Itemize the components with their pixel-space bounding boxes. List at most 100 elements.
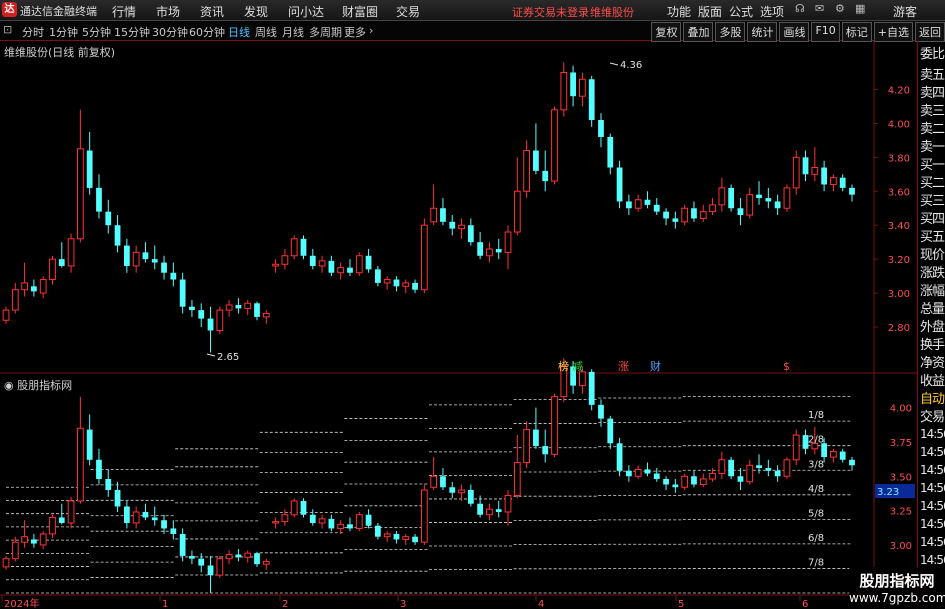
candle-body xyxy=(318,260,326,267)
app-title: 通达信金融终端 xyxy=(20,5,97,18)
candle-body xyxy=(588,79,595,120)
multi-stock-button[interactable]: 多股 xyxy=(715,22,746,42)
sidebar-trade[interactable]: 交易 xyxy=(920,406,945,425)
trade-login-status[interactable]: 证券交易未登录 xyxy=(512,4,589,20)
candle-body xyxy=(374,525,381,537)
menu-jiaoyi[interactable]: 交易 xyxy=(396,3,420,20)
kline-chart[interactable]: 4.20 4.00 3.80 3.60 3.40 3.20 3.00 2.80 4.00 3.7… xyxy=(0,41,917,609)
period-1min[interactable]: 1分钟 xyxy=(49,24,78,40)
candle-body xyxy=(849,187,855,195)
candle-body xyxy=(616,443,623,471)
menu-gongshi[interactable]: 公式 xyxy=(729,3,753,20)
sidebar-earnings: 收益 xyxy=(920,374,945,389)
candle-body xyxy=(309,255,316,266)
statistics-button[interactable]: 统计 xyxy=(747,22,778,42)
candle-body xyxy=(430,475,438,488)
chevron-right-icon[interactable]: › xyxy=(369,24,373,37)
candle-body xyxy=(486,508,493,516)
event-marker: 榜 xyxy=(558,359,569,373)
period-5min[interactable]: 5分钟 xyxy=(82,24,111,40)
candle-body xyxy=(244,302,252,309)
menu-gongneng[interactable]: 功能 xyxy=(667,3,691,20)
candle-body xyxy=(132,251,140,267)
candle-body xyxy=(300,500,307,515)
sidebar-auto[interactable]: 自动 xyxy=(920,388,945,407)
menu-zixun[interactable]: 资讯 xyxy=(200,3,224,20)
candle-body xyxy=(225,304,233,311)
candle-body xyxy=(347,524,353,529)
candle-body xyxy=(551,396,558,455)
menu-xuanxiang[interactable]: 选项 xyxy=(760,3,784,20)
candle-body xyxy=(309,514,316,523)
fuquan-button[interactable]: 复权 xyxy=(651,22,682,42)
period-30min[interactable]: 30分钟 xyxy=(152,24,188,40)
fraction-label: 4/8 xyxy=(808,484,824,495)
f10-button[interactable]: F10 xyxy=(811,22,840,42)
menu-caifuquan[interactable]: 财富圈 xyxy=(342,3,378,20)
sidebar-net-asset: 净资 xyxy=(920,356,945,371)
candle-body xyxy=(207,565,214,576)
candle-body xyxy=(337,267,345,274)
candle-body xyxy=(420,489,428,543)
candle-body xyxy=(216,558,224,576)
menu-banmian[interactable]: 版面 xyxy=(698,3,722,20)
candle-body xyxy=(513,190,521,233)
indicator-icon[interactable]: ◉ xyxy=(4,379,14,392)
menu-wenxiaoda[interactable]: 问小达 xyxy=(288,3,324,20)
mark-button[interactable]: 标记 xyxy=(841,22,872,42)
candle-body xyxy=(709,473,716,480)
app-logo-icon: 达 xyxy=(2,2,17,17)
grid-icon[interactable]: ▦ xyxy=(855,2,865,15)
panel-toggle-icon[interactable]: ⊡ xyxy=(3,23,12,36)
period-60min[interactable]: 60分钟 xyxy=(189,24,225,40)
add-watchlist-button[interactable]: +自选 xyxy=(873,22,913,42)
event-markers: 榜减 涨 财 $ xyxy=(558,359,790,373)
period-more[interactable]: 更多 xyxy=(344,24,366,40)
overlay-button[interactable]: 叠加 xyxy=(683,22,714,42)
user-guest[interactable]: 游客 xyxy=(893,3,917,20)
candle-body xyxy=(598,119,604,137)
candle-body xyxy=(393,279,400,287)
time-labels: 2024年 1 2 3 4 5 6 xyxy=(1,595,808,609)
indicator-title: ◉ 股朋指标网 xyxy=(4,377,72,393)
period-multi[interactable]: 多周期 xyxy=(309,24,342,40)
menu-faxian[interactable]: 发现 xyxy=(244,3,268,20)
period-15min[interactable]: 15分钟 xyxy=(114,24,150,40)
sidebar-buy5: 买五 xyxy=(920,230,945,245)
price-tick-label: 3.60 xyxy=(888,187,910,198)
menu-shichang[interactable]: 市场 xyxy=(156,3,180,20)
candle-body xyxy=(142,252,149,260)
event-marker: 减 xyxy=(572,360,583,373)
candle-body xyxy=(21,282,28,291)
period-fenshi[interactable]: 分时 xyxy=(22,24,44,40)
sidebar-change-pct: 涨幅 xyxy=(920,284,945,299)
indicator-tick-label: 3.50 xyxy=(890,472,912,483)
period-weekly[interactable]: 周线 xyxy=(255,24,277,40)
back-button[interactable]: 返回 xyxy=(915,22,945,42)
period-monthly[interactable]: 月线 xyxy=(282,24,304,40)
candle-body xyxy=(634,468,642,477)
candle-body xyxy=(198,310,205,319)
candle-body xyxy=(2,558,10,568)
price-tick-label: 4.00 xyxy=(888,119,910,130)
headset-icon[interactable]: ☊ xyxy=(795,2,805,15)
menu-hangqing[interactable]: 行情 xyxy=(112,3,136,20)
candle-body xyxy=(2,309,10,321)
draw-line-button[interactable]: 画线 xyxy=(779,22,810,42)
period-daily[interactable]: 日线 xyxy=(228,24,250,40)
candle-body xyxy=(672,484,679,488)
price-tick-label: 2.80 xyxy=(888,323,910,334)
tick-time: 14:56 xyxy=(920,553,945,567)
sidebar-sell2: 卖二 xyxy=(920,122,945,137)
candle-body xyxy=(67,500,75,524)
settings-icon[interactable]: ⚙ xyxy=(835,2,845,15)
price-tick-label: 3.00 xyxy=(888,289,910,300)
candle-body xyxy=(542,446,549,455)
candle-body xyxy=(681,207,689,223)
candle-body xyxy=(39,533,47,546)
sidebar-change: 涨跌 xyxy=(920,266,945,281)
candle-body xyxy=(393,533,400,540)
fraction-label: 7/8 xyxy=(808,557,824,568)
candle-body xyxy=(11,541,19,560)
mail-icon[interactable]: ✉ xyxy=(815,2,824,15)
